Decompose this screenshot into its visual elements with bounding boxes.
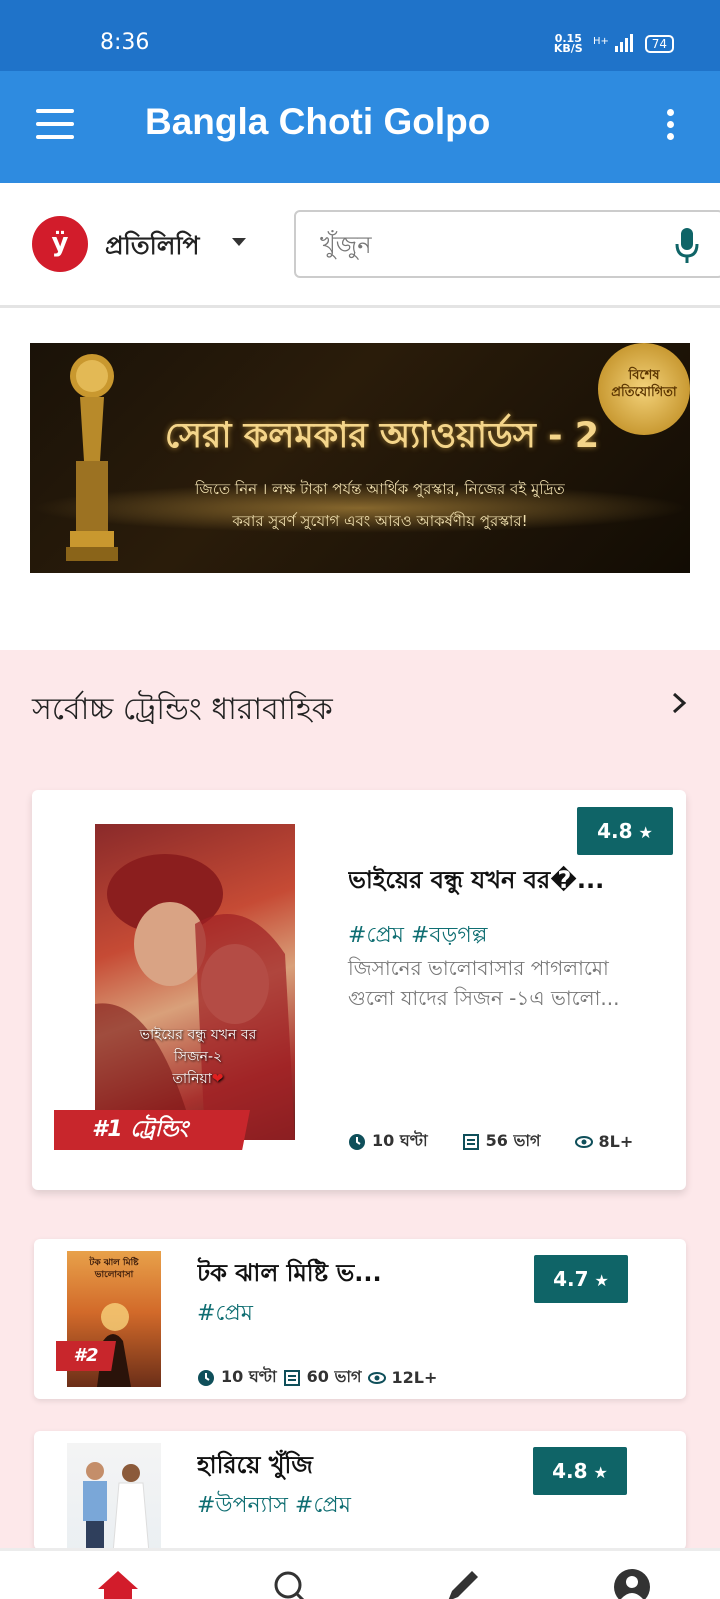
pratilipi-logo[interactable]: ÿ bbox=[32, 216, 88, 272]
read-count: 12L+ bbox=[391, 1368, 438, 1387]
couple-illustration bbox=[95, 854, 295, 1140]
parts-icon bbox=[462, 1133, 479, 1150]
app-title: Bangla Choti Golpo bbox=[145, 101, 491, 142]
rank-badge: #2 bbox=[56, 1341, 116, 1371]
clock-icon bbox=[198, 1369, 214, 1386]
language-selector[interactable]: প্রতিলিপি bbox=[105, 226, 199, 269]
story-tags[interactable]: #প্রেম bbox=[197, 1296, 253, 1333]
seal-line2: প্রতিযোগিতা bbox=[611, 385, 677, 400]
brand-search-row: ÿ প্রতিলিপি bbox=[0, 183, 720, 308]
banner-subtitle-line1: জিতে নিন । লক্ষ টাকা পর্যন্ত আর্থিক পুরস… bbox=[195, 480, 565, 498]
heart-icon: ❤ bbox=[211, 1071, 224, 1087]
net-speed: 0.15 KB/S bbox=[553, 33, 583, 55]
more-vert-icon[interactable] bbox=[667, 109, 675, 145]
story-card[interactable]: হারিয়ে খুঁজি #উপন্যাস #প্রেম 4.8 ★ bbox=[34, 1431, 686, 1579]
search-icon[interactable] bbox=[270, 1567, 310, 1599]
read-time: 10 ঘণ্টা bbox=[372, 1131, 428, 1150]
rating-value: 4.8 bbox=[552, 1459, 588, 1483]
star-icon: ★ bbox=[593, 1463, 608, 1482]
mic-icon[interactable] bbox=[674, 226, 700, 266]
banner-subtitle-line2: করার সুবর্ণ সুযোগ এবং আরও আকর্ষণীয় পুরস… bbox=[232, 512, 528, 530]
story-tags[interactable]: #উপন্যাস #প্রেম bbox=[197, 1488, 351, 1525]
eye-icon bbox=[574, 1135, 593, 1148]
rating-value: 4.7 bbox=[553, 1267, 589, 1291]
banner-title: সেরা কলমকার অ্যাওয়ার্ডস - 2 bbox=[164, 416, 600, 456]
search-box[interactable] bbox=[294, 210, 720, 278]
story-description: জিসানের ভালোবাসার পাগলামো গুলো যাদের সিজ… bbox=[348, 953, 668, 1013]
story-description-line2: গুলো যাদের সিজন -১এ ভালো... bbox=[348, 986, 620, 1010]
cover-title-line1: ভাইয়ের বন্ধু যখন বর bbox=[139, 1027, 257, 1043]
chevron-right-icon[interactable] bbox=[668, 692, 690, 714]
cover-author: তানিয়া❤ bbox=[113, 1068, 283, 1090]
rating-badge: 4.8 ★ bbox=[577, 807, 673, 855]
awards-banner[interactable]: সেরা কলমকার অ্যাওয়ার্ডস - 2 জিতে নিন । … bbox=[30, 343, 690, 573]
read-count: 8L+ bbox=[598, 1132, 634, 1151]
bottom-navigation bbox=[0, 1548, 720, 1599]
net-speed-unit: KB/S bbox=[553, 42, 583, 55]
eye-icon bbox=[367, 1371, 386, 1384]
caret-down-icon[interactable] bbox=[232, 238, 246, 246]
parts-count: 56 ভাগ bbox=[485, 1131, 541, 1150]
hamburger-menu-icon[interactable] bbox=[36, 109, 74, 139]
status-bar: 8:36 0.15 KB/S H+ 74 bbox=[0, 0, 720, 71]
signal-icon: H+ bbox=[593, 34, 633, 52]
rating-badge: 4.7 ★ bbox=[534, 1255, 628, 1303]
story-description-line1: জিসানের ভালোবাসার পাগলামো bbox=[348, 956, 609, 980]
story-title: ভাইয়ের বন্ধু যখন বর�... bbox=[348, 866, 605, 894]
story-meta: 10 ঘণ্টা 56 ভাগ 8L+ bbox=[348, 1128, 633, 1155]
clock-icon bbox=[349, 1133, 365, 1150]
profile-icon[interactable] bbox=[612, 1567, 652, 1599]
special-contest-seal: বিশেষ প্রতিযোগিতা bbox=[598, 343, 690, 435]
cover-text: ভাইয়ের বন্ধু যখন বর সিজন-২ তানিয়া❤ bbox=[113, 1024, 283, 1090]
status-indicators: 0.15 KB/S H+ 74 bbox=[553, 33, 674, 55]
parts-count: 60 ভাগ bbox=[306, 1367, 362, 1386]
story-meta: 10 ঘণ্টা 60 ভাগ 12L+ bbox=[197, 1364, 437, 1391]
trophy-icon bbox=[66, 354, 118, 561]
star-icon: ★ bbox=[638, 823, 653, 842]
cover-author-name: তানিয়া bbox=[172, 1071, 212, 1087]
write-icon[interactable] bbox=[442, 1567, 482, 1599]
cover-title-line2: সিজন-২ bbox=[173, 1049, 223, 1065]
star-icon: ★ bbox=[594, 1271, 609, 1290]
story-cover-image: ভাইয়ের বন্ধু যখন বর সিজন-২ তানিয়া❤ bbox=[95, 824, 295, 1140]
status-time: 8:36 bbox=[100, 30, 150, 55]
story-tags[interactable]: #প্রেম #বড়গল্প bbox=[348, 918, 488, 955]
rating-badge: 4.8 ★ bbox=[533, 1447, 627, 1495]
story-title: টক ঝাল মিষ্টি ভ... bbox=[197, 1259, 382, 1287]
search-input[interactable] bbox=[320, 228, 650, 262]
battery-icon: 74 bbox=[644, 35, 674, 53]
signal-type: H+ bbox=[593, 36, 609, 47]
trending-section-title: সর্বোচ্চ ট্রেন্ডিং ধারাবাহিক bbox=[32, 692, 333, 727]
read-time: 10 ঘণ্টা bbox=[221, 1367, 277, 1386]
featured-story-card[interactable]: ভাইয়ের বন্ধু যখন বর সিজন-২ তানিয়া❤ #1 … bbox=[32, 790, 686, 1190]
parts-icon bbox=[283, 1369, 300, 1386]
seal-line1: বিশেষ bbox=[628, 368, 660, 383]
rating-value: 4.8 bbox=[597, 819, 633, 843]
story-title: হারিয়ে খুঁজি bbox=[197, 1451, 313, 1479]
app-bar: Bangla Choti Golpo bbox=[0, 71, 720, 183]
story-card[interactable]: টক ঝাল মিষ্টি ভালোবাসা #2 টক ঝাল মিষ্টি … bbox=[34, 1239, 686, 1399]
trending-section: সর্বোচ্চ ট্রেন্ডিং ধারাবাহিক ভাইয়ের বন্… bbox=[0, 650, 720, 1579]
rank-ribbon: #1 ট্রেন্ডিং bbox=[54, 1110, 250, 1150]
home-icon[interactable] bbox=[98, 1567, 138, 1599]
